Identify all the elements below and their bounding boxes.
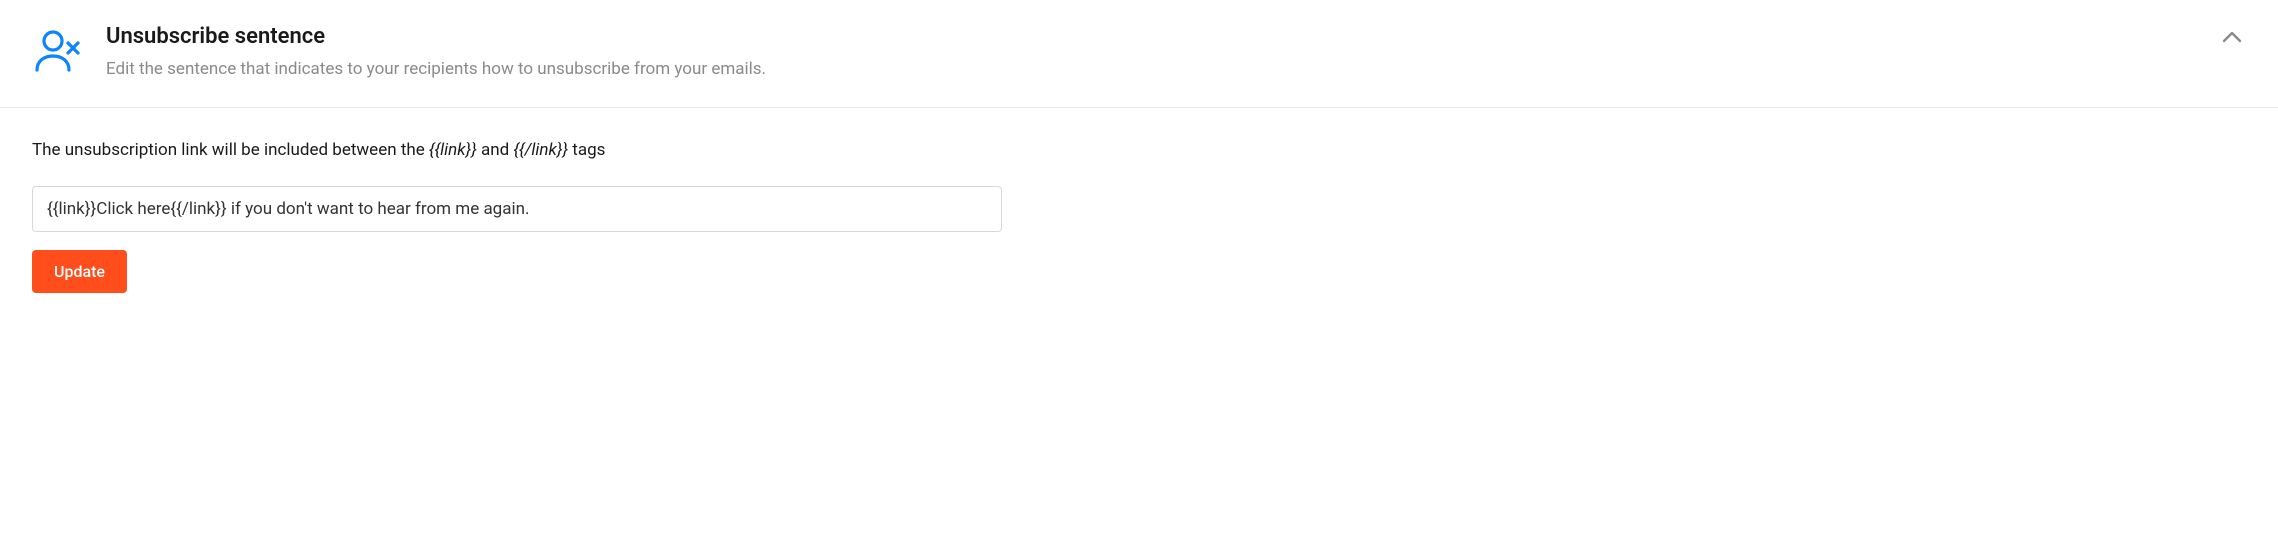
tag-close-example: {{/link}} <box>513 140 568 160</box>
title-block: Unsubscribe sentence Edit the sentence t… <box>106 24 2198 79</box>
helper-prefix: The unsubscription link will be included… <box>32 140 429 160</box>
section-subtitle: Edit the sentence that indicates to your… <box>106 59 2198 79</box>
section-header: Unsubscribe sentence Edit the sentence t… <box>0 0 2278 108</box>
helper-middle: and <box>477 140 514 160</box>
section-content: The unsubscription link will be included… <box>0 108 2278 317</box>
section-title: Unsubscribe sentence <box>106 24 2198 49</box>
unsubscribe-sentence-input[interactable] <box>32 186 1002 232</box>
collapse-toggle[interactable] <box>2222 24 2246 47</box>
helper-suffix: tags <box>568 140 605 160</box>
helper-text: The unsubscription link will be included… <box>32 140 2246 160</box>
chevron-up-icon <box>2222 31 2242 43</box>
user-unsubscribe-icon <box>32 24 82 74</box>
unsubscribe-settings-panel: Unsubscribe sentence Edit the sentence t… <box>0 0 2278 317</box>
tag-open-example: {{link}} <box>429 140 477 160</box>
update-button[interactable]: Update <box>32 250 127 293</box>
